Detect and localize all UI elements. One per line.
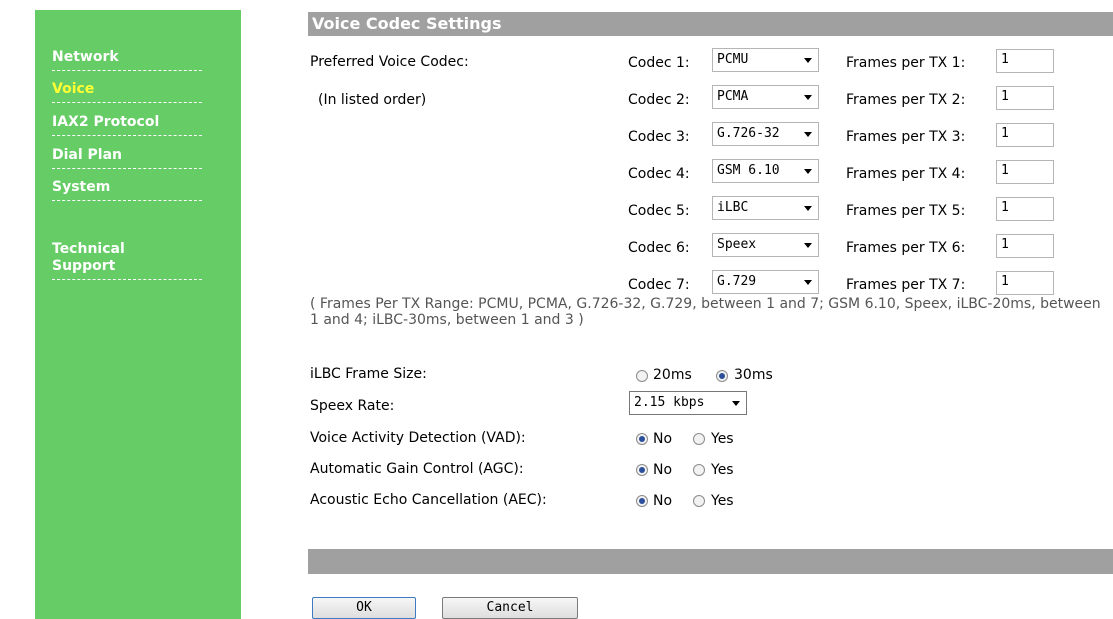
listed-order-note: (In listed order) bbox=[318, 92, 427, 108]
ok-button[interactable]: OK bbox=[312, 597, 416, 619]
agc-yes-radio[interactable] bbox=[693, 464, 705, 476]
chevron-down-icon bbox=[732, 401, 740, 406]
codec-6-label: Codec 6: bbox=[628, 240, 690, 256]
vad-yes-label: Yes bbox=[711, 431, 734, 447]
frames-per-tx-2-input[interactable]: 1 bbox=[996, 86, 1054, 110]
chevron-down-icon bbox=[804, 58, 812, 63]
codec-2-label: Codec 2: bbox=[628, 92, 690, 108]
codec-5-select[interactable]: iLBC bbox=[712, 196, 819, 220]
codec-7-label: Codec 7: bbox=[628, 277, 690, 293]
chevron-down-icon bbox=[804, 95, 812, 100]
agc-no-label: No bbox=[653, 462, 673, 478]
chevron-down-icon bbox=[804, 169, 812, 174]
agc-no-radio[interactable] bbox=[636, 464, 648, 476]
vad-no-radio[interactable] bbox=[636, 433, 648, 445]
agc-label: Automatic Gain Control (AGC): bbox=[310, 461, 524, 477]
technical-support-line2: Support bbox=[52, 258, 116, 274]
codec-5-value: iLBC bbox=[717, 200, 749, 215]
frames-per-tx-6-input[interactable]: 1 bbox=[996, 234, 1054, 258]
codec-7-value: G.729 bbox=[717, 274, 757, 289]
chevron-down-icon bbox=[804, 280, 812, 285]
speex-rate-select[interactable]: 2.15 kbps bbox=[629, 391, 747, 415]
codec-6-value: Speex bbox=[717, 237, 757, 252]
technical-support-line1: Technical bbox=[52, 241, 125, 257]
preferred-codec-label: Preferred Voice Codec: bbox=[310, 54, 469, 70]
ilbc-30ms-label: 30ms bbox=[734, 367, 773, 383]
codec-4-select[interactable]: GSM 6.10 bbox=[712, 159, 819, 183]
frames-per-tx-1-label: Frames per TX 1: bbox=[846, 55, 966, 71]
nav-item-network[interactable]: Network bbox=[52, 48, 202, 71]
codec-2-value: PCMA bbox=[717, 89, 749, 104]
nav-item-technical-support[interactable]: Technical Support bbox=[52, 241, 202, 280]
footer-bar bbox=[308, 549, 1113, 574]
nav-item-dial-plan[interactable]: Dial Plan bbox=[52, 146, 202, 169]
frames-per-tx-1-input[interactable]: 1 bbox=[996, 49, 1054, 73]
chevron-down-icon bbox=[804, 206, 812, 211]
chevron-down-icon bbox=[804, 132, 812, 137]
sidebar: Network Voice IAX2 Protocol Dial Plan Sy… bbox=[35, 10, 241, 619]
codec-3-select[interactable]: G.726-32 bbox=[712, 122, 819, 146]
speex-rate-value: 2.15 kbps bbox=[634, 395, 705, 410]
aec-no-radio[interactable] bbox=[636, 495, 648, 507]
codec-5-label: Codec 5: bbox=[628, 203, 690, 219]
aec-yes-radio[interactable] bbox=[693, 495, 705, 507]
codec-1-select[interactable]: PCMU bbox=[712, 48, 819, 72]
vad-yes-radio[interactable] bbox=[693, 433, 705, 445]
ilbc-30ms-radio[interactable] bbox=[716, 370, 728, 382]
ilbc-frame-size-label: iLBC Frame Size: bbox=[310, 366, 427, 382]
frames-per-tx-4-label: Frames per TX 4: bbox=[846, 166, 966, 182]
agc-yes-label: Yes bbox=[711, 462, 734, 478]
codec-1-value: PCMU bbox=[717, 52, 749, 67]
codec-1-label: Codec 1: bbox=[628, 55, 690, 71]
aec-no-label: No bbox=[653, 493, 673, 509]
frames-per-tx-4-input[interactable]: 1 bbox=[996, 160, 1054, 184]
codec-4-label: Codec 4: bbox=[628, 166, 690, 182]
vad-label: Voice Activity Detection (VAD): bbox=[310, 430, 526, 446]
frames-per-tx-5-label: Frames per TX 5: bbox=[846, 203, 966, 219]
frames-per-tx-7-label: Frames per TX 7: bbox=[846, 277, 966, 293]
codec-3-label: Codec 3: bbox=[628, 129, 690, 145]
codec-6-select[interactable]: Speex bbox=[712, 233, 819, 257]
codec-7-select[interactable]: G.729 bbox=[712, 270, 819, 294]
frames-per-tx-3-label: Frames per TX 3: bbox=[846, 129, 966, 145]
frames-per-tx-6-label: Frames per TX 6: bbox=[846, 240, 966, 256]
codec-2-select[interactable]: PCMA bbox=[712, 85, 819, 109]
section-header: Voice Codec Settings bbox=[308, 12, 1113, 36]
vad-no-label: No bbox=[653, 431, 673, 447]
codec-3-value: G.726-32 bbox=[717, 126, 780, 141]
speex-rate-label: Speex Rate: bbox=[310, 398, 395, 414]
chevron-down-icon bbox=[804, 243, 812, 248]
nav-item-system[interactable]: System bbox=[52, 178, 202, 201]
frames-per-tx-7-input[interactable]: 1 bbox=[996, 271, 1054, 295]
ilbc-20ms-label: 20ms bbox=[653, 367, 692, 383]
frames-per-tx-2-label: Frames per TX 2: bbox=[846, 92, 966, 108]
nav-item-voice[interactable]: Voice bbox=[52, 80, 202, 103]
codec-4-value: GSM 6.10 bbox=[717, 163, 780, 178]
aec-label: Acoustic Echo Cancellation (AEC): bbox=[310, 492, 547, 508]
frames-per-tx-3-input[interactable]: 1 bbox=[996, 123, 1054, 147]
nav-item-iax2-protocol[interactable]: IAX2 Protocol bbox=[52, 113, 202, 136]
cancel-button[interactable]: Cancel bbox=[442, 597, 578, 619]
aec-yes-label: Yes bbox=[711, 493, 734, 509]
ilbc-20ms-radio[interactable] bbox=[636, 370, 648, 382]
frames-per-tx-5-input[interactable]: 1 bbox=[996, 197, 1054, 221]
frames-range-note: ( Frames Per TX Range: PCMU, PCMA, G.726… bbox=[310, 296, 1101, 328]
